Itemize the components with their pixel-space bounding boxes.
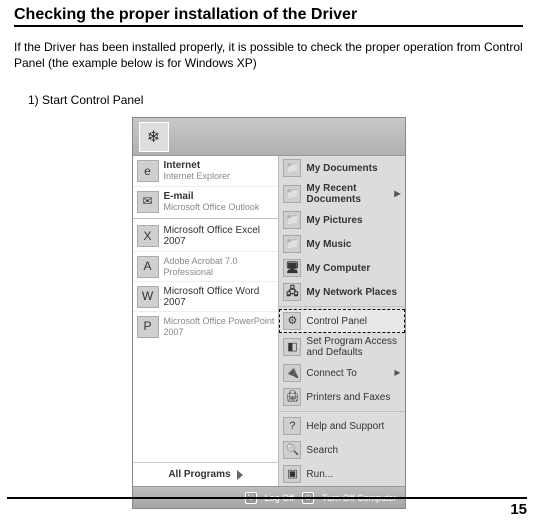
right-separator-1 xyxy=(279,306,404,307)
all-programs-label: All Programs xyxy=(168,469,230,480)
label-my-pictures: My Pictures xyxy=(306,215,362,226)
step-1: 1) Start Control Panel xyxy=(28,93,523,107)
folder-icon: 📁 xyxy=(283,211,301,229)
label-control-panel: Control Panel xyxy=(306,316,367,327)
submenu-arrow-icon: ▶ xyxy=(394,369,400,378)
item-run[interactable]: ▣ Run... xyxy=(279,462,404,486)
item-word[interactable]: W Microsoft Office Word 2007 xyxy=(133,281,279,311)
word-icon: W xyxy=(137,286,159,308)
all-programs[interactable]: All Programs xyxy=(133,462,279,486)
defaults-icon: ◧ xyxy=(283,338,301,356)
start-menu-header: ❄ xyxy=(133,118,405,156)
item-control-panel[interactable]: ⚙ Control Panel xyxy=(279,309,404,333)
item-acrobat-title: Adobe Acrobat 7.0 xyxy=(164,256,238,266)
label-help: Help and Support xyxy=(306,421,384,432)
item-excel-label: Microsoft Office Excel 2007 xyxy=(164,225,275,247)
item-printers[interactable]: 🖨 Printers and Faxes xyxy=(279,385,404,409)
computer-icon: 🖥 xyxy=(283,259,301,277)
acrobat-icon: A xyxy=(137,256,159,278)
item-help[interactable]: ? Help and Support xyxy=(279,414,404,438)
search-icon: 🔍 xyxy=(283,441,301,459)
folder-icon: 📁 xyxy=(283,159,301,177)
item-search[interactable]: 🔍 Search xyxy=(279,438,404,462)
item-ppt-title: Microsoft Office PowerPoint xyxy=(164,316,275,326)
item-email-title: E-mail xyxy=(164,191,260,202)
network-icon: 🖧 xyxy=(283,283,301,301)
label-my-network: My Network Places xyxy=(306,287,397,298)
label-run: Run... xyxy=(306,469,333,480)
submenu-arrow-icon: ▶ xyxy=(394,190,400,199)
item-email-sub: Microsoft Office Outlook xyxy=(164,202,260,212)
label-my-computer: My Computer xyxy=(306,263,370,274)
label-my-music: My Music xyxy=(306,239,351,250)
excel-icon: X xyxy=(137,225,159,247)
item-acrobat[interactable]: A Adobe Acrobat 7.0 Professional xyxy=(133,251,279,281)
item-acrobat-sub: Professional xyxy=(164,267,214,277)
item-my-recent[interactable]: 📁 My Recent Documents ▶ xyxy=(279,180,404,208)
start-menu-right-pane: 📁 My Documents 📁 My Recent Documents ▶ 📁… xyxy=(279,156,404,486)
item-connect-to[interactable]: 🔌 Connect To ▶ xyxy=(279,361,404,385)
item-internet[interactable]: e Internet Internet Explorer xyxy=(133,156,279,186)
item-word-label: Microsoft Office Word 2007 xyxy=(164,286,275,308)
item-email[interactable]: ✉ E-mail Microsoft Office Outlook xyxy=(133,186,279,216)
item-my-network[interactable]: 🖧 My Network Places xyxy=(279,280,404,304)
page-number: 15 xyxy=(7,497,527,518)
powerpoint-icon: P xyxy=(137,316,159,338)
left-separator-1 xyxy=(133,218,279,219)
help-icon: ? xyxy=(283,417,301,435)
right-separator-2 xyxy=(279,411,404,412)
folder-icon: 📁 xyxy=(283,235,301,253)
item-my-documents[interactable]: 📁 My Documents xyxy=(279,156,404,180)
item-set-program[interactable]: ◧ Set Program Access and Defaults xyxy=(279,333,404,361)
label-printers: Printers and Faxes xyxy=(306,392,390,403)
label-search: Search xyxy=(306,445,338,456)
start-menu: ❄ e Internet Internet Explorer ✉ E-mail … xyxy=(132,117,406,509)
folder-icon: 📁 xyxy=(283,185,301,203)
item-my-pictures[interactable]: 📁 My Pictures xyxy=(279,208,404,232)
intro-text: If the Driver has been installed properl… xyxy=(14,39,523,71)
internet-explorer-icon: e xyxy=(137,160,159,182)
control-panel-icon: ⚙ xyxy=(283,312,301,330)
label-my-documents: My Documents xyxy=(306,163,377,174)
label-connect-to: Connect To xyxy=(306,368,356,379)
label-set-program: Set Program Access and Defaults xyxy=(306,336,400,358)
email-icon: ✉ xyxy=(137,191,159,213)
section-heading: Checking the proper installation of the … xyxy=(14,6,523,27)
item-excel[interactable]: X Microsoft Office Excel 2007 xyxy=(133,221,279,251)
arrow-right-icon xyxy=(237,470,243,480)
item-internet-sub: Internet Explorer xyxy=(164,171,231,181)
item-my-computer[interactable]: 🖥 My Computer xyxy=(279,256,404,280)
printer-icon: 🖨 xyxy=(283,388,301,406)
connect-icon: 🔌 xyxy=(283,364,301,382)
item-internet-title: Internet xyxy=(164,160,231,171)
item-ppt-sub: 2007 xyxy=(164,327,184,337)
item-my-music[interactable]: 📁 My Music xyxy=(279,232,404,256)
run-icon: ▣ xyxy=(283,465,301,483)
item-powerpoint[interactable]: P Microsoft Office PowerPoint 2007 xyxy=(133,311,279,341)
user-avatar-icon: ❄ xyxy=(139,122,169,152)
start-menu-left-pane: e Internet Internet Explorer ✉ E-mail Mi… xyxy=(133,156,280,486)
label-my-recent: My Recent Documents xyxy=(306,183,389,205)
